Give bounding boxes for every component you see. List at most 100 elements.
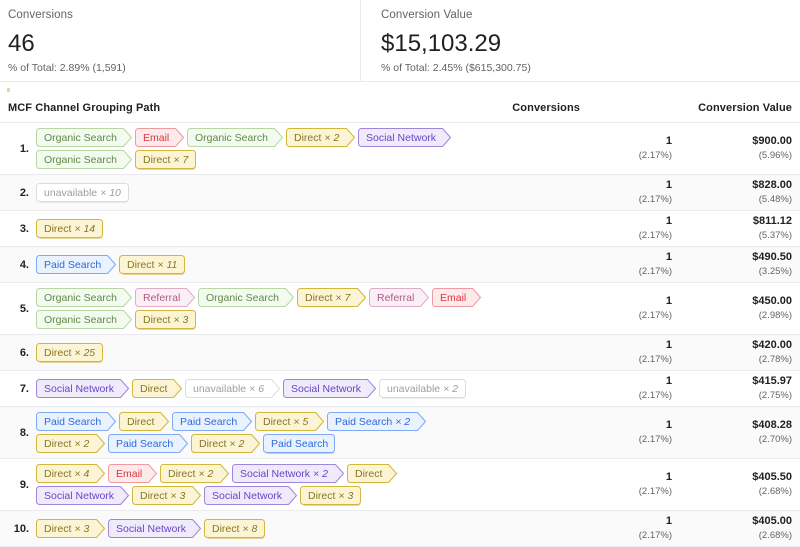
path-step-chip[interactable]: unavailable × 10 (36, 183, 129, 203)
path-step-chip[interactable]: Direct × 5 (255, 412, 325, 431)
table-row[interactable]: 4. Paid Search Direct × 11 1 (2.17%) $490.50 (3… (0, 247, 800, 283)
channel-path-cell: Paid Search Direct × 11 (36, 254, 580, 275)
chip-shape (36, 434, 105, 453)
chip-shape (36, 519, 105, 538)
row-rank: 2. (19, 186, 29, 199)
path-step-chip[interactable]: Direct × 3 (36, 519, 106, 538)
table-row[interactable]: 2. unavailable × 10 1 (2.17%) $828.00 (5.48%) (0, 175, 800, 211)
chip-shape (297, 288, 366, 307)
path-step-chip[interactable]: Paid Search (36, 255, 117, 274)
path-step-chip[interactable]: Direct × 3 (132, 486, 202, 505)
chip-shape (232, 464, 344, 483)
channel-path-cell: Organic Search Email Organic Search Direct ×… (36, 127, 580, 170)
path-step-chip[interactable]: Direct × 2 (191, 434, 261, 453)
chip-shape (172, 412, 252, 431)
conversions-cell: 1 (2.17%) (580, 375, 672, 402)
path-step-chip[interactable]: Direct × 4 (36, 464, 106, 483)
table-row[interactable]: 1. Organic Search Email Organic Search Direc… (0, 123, 800, 175)
chip-shape (255, 412, 324, 431)
path-step-chip[interactable]: Direct × 25 (36, 343, 103, 363)
path-step-chip[interactable]: Email (432, 288, 482, 307)
row-rank: 6. (19, 346, 29, 359)
path-step-chip[interactable]: Direct × 11 (119, 255, 185, 275)
path-step-chip[interactable]: Paid Search (263, 434, 335, 454)
chip-shape (135, 310, 196, 330)
path-step-chip[interactable]: Direct × 2 (160, 464, 230, 483)
path-step-chip[interactable]: Direct × 2 (286, 128, 356, 147)
path-step-chip[interactable]: Social Network (36, 379, 130, 398)
chip-shape (119, 255, 185, 275)
path-step-chip[interactable]: Direct × 3 (300, 486, 361, 506)
summary-card-conversion-value: Conversion Value $15,103.29 % of Total: … (360, 0, 800, 81)
chip-shape (198, 288, 294, 307)
path-step-chip[interactable]: Paid Search (36, 412, 117, 431)
path-step-chip[interactable]: Social Network (36, 486, 130, 505)
channel-path-cell: Direct × 3 Social Network Direct × 8 (36, 518, 580, 539)
column-header-path[interactable]: MCF Channel Grouping Path (8, 100, 160, 117)
chip-shape (108, 519, 201, 538)
path-step-chip[interactable]: Direct × 14 (36, 219, 103, 239)
table-row[interactable]: 6. Direct × 25 1 (2.17%) $420.00 (2.78%) (0, 335, 800, 371)
chip-shape (358, 128, 451, 147)
table-spacer (0, 82, 800, 100)
path-step-chip[interactable]: Organic Search (198, 288, 295, 307)
path-step-chip[interactable]: Referral (135, 288, 196, 307)
path-step-chip[interactable]: Referral (369, 288, 430, 307)
path-step-chip[interactable]: Direct × 2 (36, 434, 106, 453)
conversion-value-cell: $828.00 (5.48%) (672, 179, 800, 206)
column-header-conversion-value[interactable]: Conversion Value (698, 100, 792, 117)
chip-shape (36, 219, 103, 239)
path-step-chip[interactable]: Direct (119, 412, 170, 431)
conversion-value-amount: $450.00 (752, 295, 792, 307)
path-step-chip[interactable]: Direct × 3 (135, 310, 196, 330)
conversion-value-percent: (2.68%) (758, 530, 792, 541)
table-row[interactable]: 5. Organic Search Referral Organic Search Di… (0, 283, 800, 335)
conversions-percent: (2.17%) (638, 150, 672, 161)
path-step-chip[interactable]: Organic Search (187, 128, 284, 147)
path-line: unavailable × 10 (36, 182, 574, 203)
path-step-chip[interactable]: Organic Search (36, 310, 133, 329)
conversion-value-percent: (2.98%) (758, 310, 792, 321)
path-step-chip[interactable]: Organic Search (36, 150, 133, 169)
path-step-chip[interactable]: Social Network × 2 (232, 464, 345, 483)
path-step-chip[interactable]: Direct × 7 (297, 288, 367, 307)
path-step-chip[interactable]: Organic Search (36, 288, 133, 307)
table-row[interactable]: 8. Paid Search Direct Paid Search Direct × 5P… (0, 407, 800, 459)
path-step-chip[interactable]: unavailable × 6 (185, 379, 281, 398)
path-step-chip[interactable]: Paid Search × 2 (327, 412, 427, 431)
chip-shape (36, 310, 132, 329)
conversion-value-amount: $405.50 (752, 471, 792, 483)
conversion-value-cell: $420.00 (2.78%) (672, 339, 800, 366)
conversions-count: 1 (665, 419, 672, 431)
path-line: Organic Search Email Organic Search Direct ×… (36, 127, 574, 148)
table-row[interactable]: 7. Social Network Direct unavailable × 6 Soci… (0, 371, 800, 407)
path-step-chip[interactable]: Direct (347, 464, 398, 483)
path-step-chip[interactable]: Direct × 7 (135, 150, 196, 170)
path-step-chip[interactable]: Direct × 8 (204, 519, 265, 539)
path-step-chip[interactable]: Social Network (204, 486, 298, 505)
path-step-chip[interactable]: Email (135, 128, 185, 147)
path-line: Organic Search Direct × 7 (36, 149, 574, 170)
table-row[interactable]: 3. Direct × 14 1 (2.17%) $811.12 (5.37%) (0, 211, 800, 247)
channel-path-cell: Direct × 14 (36, 218, 580, 239)
path-line: Paid Search Direct × 11 (36, 254, 574, 275)
path-line: Direct × 25 (36, 342, 574, 363)
path-step-chip[interactable]: Social Network (358, 128, 452, 147)
table-row[interactable]: 9. Direct × 4 Email Direct × 2 Social Network ×… (0, 459, 800, 511)
row-rank: 5. (19, 302, 29, 315)
path-step-chip[interactable]: Direct (132, 379, 183, 398)
path-step-chip[interactable]: Paid Search (172, 412, 253, 431)
chip-shape (204, 519, 265, 539)
path-step-chip[interactable]: Social Network (108, 519, 202, 538)
path-step-chip[interactable]: Paid Search (108, 434, 189, 453)
path-line: Direct × 4 Email Direct × 2 Social Network × 2… (36, 463, 574, 484)
conversions-count: 1 (665, 375, 672, 387)
path-step-chip[interactable]: Email (108, 464, 158, 483)
table-row[interactable]: 10. Direct × 3 Social Network Direct × 8 1 (2.1… (0, 511, 800, 547)
column-header-conversions[interactable]: Conversions (512, 100, 580, 117)
path-step-chip[interactable]: Organic Search (36, 128, 133, 147)
path-step-chip[interactable]: unavailable × 2 (379, 379, 466, 399)
chip-shape (36, 343, 103, 363)
conversion-value-amount: $811.12 (752, 215, 792, 227)
path-step-chip[interactable]: Social Network (283, 379, 377, 398)
